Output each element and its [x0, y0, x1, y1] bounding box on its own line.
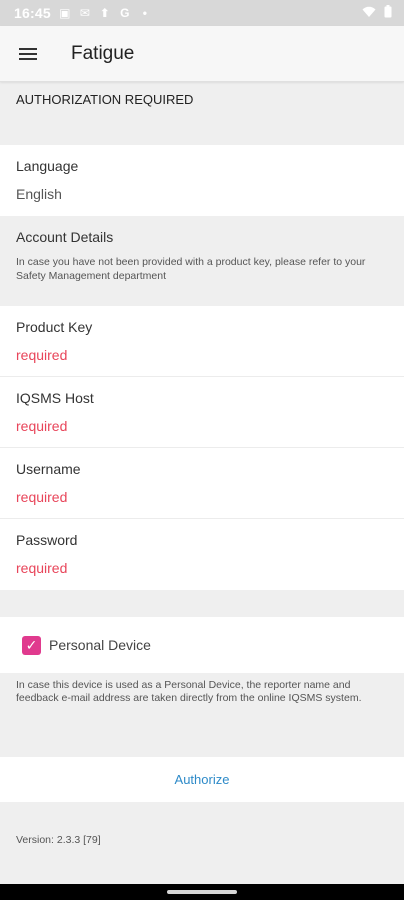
- language-setting[interactable]: Language English: [0, 145, 404, 216]
- personal-device-label: Personal Device: [49, 637, 151, 653]
- system-navigation-bar: [0, 884, 404, 900]
- home-gesture-handle[interactable]: [167, 890, 237, 894]
- account-details-note: In case you have not been provided with …: [16, 256, 366, 282]
- iqsms-host-label: IQSMS Host: [16, 390, 94, 406]
- app-title: Fatigue: [71, 42, 135, 64]
- iqsms-host-value: required: [16, 418, 68, 434]
- language-value: English: [16, 186, 62, 202]
- authorize-button[interactable]: Authorize: [175, 772, 230, 787]
- password-label: Password: [16, 532, 78, 548]
- language-label: Language: [16, 158, 79, 174]
- usb-icon: ⬆: [99, 6, 110, 20]
- username-value: required: [16, 489, 68, 505]
- version-text: Version: 2.3.3 [79]: [0, 802, 404, 888]
- battery-icon: [384, 5, 392, 21]
- account-details-title: Account Details: [16, 229, 114, 245]
- username-label: Username: [16, 461, 81, 477]
- wifi-icon: [362, 5, 376, 21]
- menu-icon: [19, 45, 37, 63]
- app-bar: Fatigue: [0, 26, 404, 82]
- personal-device-checkbox[interactable]: ✓: [22, 635, 41, 655]
- authorize-row: Authorize: [0, 757, 404, 802]
- image-icon: ▣: [59, 6, 71, 20]
- dot-icon: •: [142, 6, 147, 20]
- language-group: Language English: [0, 145, 404, 216]
- iqsms-host-field[interactable]: IQSMS Host required: [0, 377, 404, 448]
- checkmark-icon: ✓: [25, 637, 38, 653]
- mail-icon: ✉: [79, 6, 90, 20]
- credentials-group: Product Key required IQSMS Host required…: [0, 306, 404, 590]
- spacer: [0, 590, 404, 617]
- hamburger-menu-button[interactable]: [0, 26, 56, 82]
- product-key-label: Product Key: [16, 319, 93, 335]
- authorization-header: AUTHORIZATION REQUIRED: [0, 82, 404, 145]
- product-key-field[interactable]: Product Key required: [0, 306, 404, 377]
- password-field[interactable]: Password required: [0, 519, 404, 590]
- google-icon: G: [120, 6, 130, 20]
- authorization-heading: AUTHORIZATION REQUIRED: [16, 92, 194, 107]
- product-key-value: required: [16, 347, 68, 363]
- personal-device-row[interactable]: ✓ Personal Device: [0, 617, 404, 673]
- username-field[interactable]: Username required: [0, 448, 404, 519]
- status-time: 16:45: [14, 5, 51, 21]
- account-details-header: Account Details In case you have not bee…: [0, 216, 404, 306]
- status-bar: 16:45 ▣ ✉ ⬆ G •: [0, 0, 404, 26]
- password-value: required: [16, 560, 68, 576]
- personal-device-info: In case this device is used as a Persona…: [0, 673, 404, 757]
